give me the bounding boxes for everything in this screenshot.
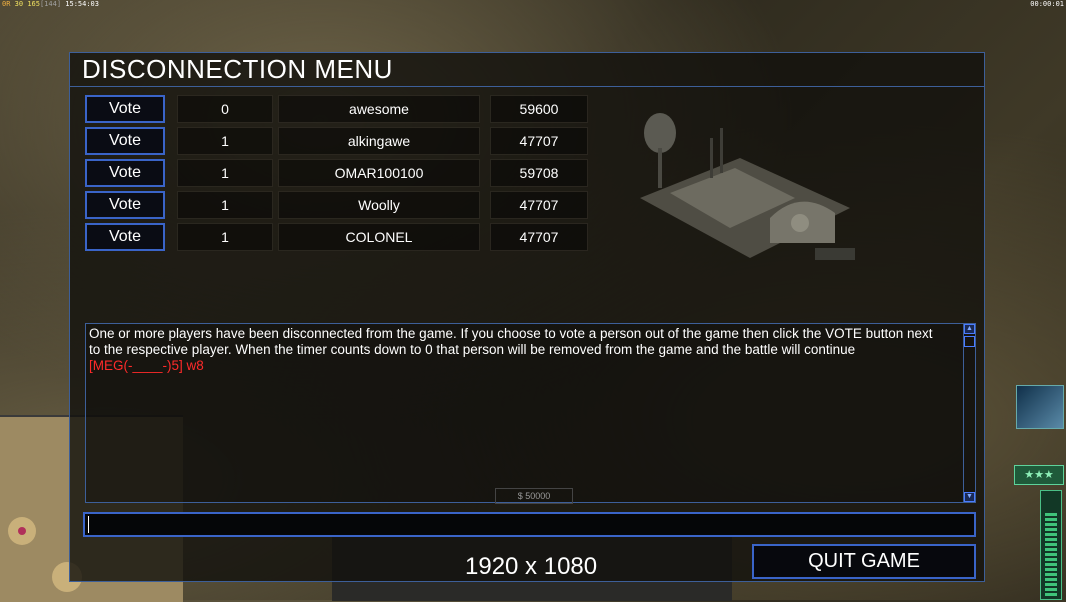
vote-count: 1	[177, 159, 273, 187]
chat-message: [MEG(-____-)5] w8	[89, 358, 204, 373]
player-timer: 47707	[490, 223, 588, 251]
vote-count: 1	[177, 127, 273, 155]
rank-stars: ★★★	[1014, 465, 1064, 485]
vote-button[interactable]: Vote	[85, 159, 165, 187]
quit-game-button[interactable]: QUIT GAME	[752, 544, 976, 579]
minimap-unit-marker	[18, 527, 26, 535]
player-timer: 59708	[490, 159, 588, 187]
disconnection-dialog: DISCONNECTION MENU Vote 0 awesome 59600 …	[69, 52, 985, 582]
chevron-down-icon: ▼	[966, 493, 973, 500]
vote-button[interactable]: Vote	[85, 223, 165, 251]
vote-count: 0	[177, 95, 273, 123]
hud-clock: 15:54:03	[65, 0, 99, 8]
dialog-title: DISCONNECTION MENU	[82, 54, 393, 84]
vote-count: 1	[177, 223, 273, 251]
hud-frame: 165	[27, 0, 40, 8]
player-name: Woolly	[278, 191, 480, 219]
scroll-up-button[interactable]: ▲	[964, 324, 975, 334]
chat-input[interactable]	[83, 512, 976, 537]
log-line: to the respective player. When the timer…	[89, 342, 856, 357]
scroll-down-button[interactable]: ▼	[964, 492, 975, 502]
hud-fps-prefix: 0R	[2, 0, 11, 8]
text-caret	[88, 516, 89, 533]
chevron-up-icon: ▲	[966, 325, 973, 332]
player-name: OMAR100100	[278, 159, 480, 187]
resolution-label: 1920 x 1080	[465, 553, 598, 580]
message-log: One or more players have been disconnect…	[85, 323, 976, 503]
money-display: $ 50000	[495, 488, 573, 504]
player-timer: 47707	[490, 127, 588, 155]
vote-count: 1	[177, 191, 273, 219]
game-timer: 00:00:01	[1030, 0, 1064, 8]
hud-fps-value: 30	[14, 0, 24, 8]
player-name: alkingawe	[278, 127, 480, 155]
player-name: awesome	[278, 95, 480, 123]
hud-frame-extra: [144]	[39, 0, 62, 8]
satellite-icon[interactable]	[1016, 385, 1064, 429]
player-timer: 59600	[490, 95, 588, 123]
debug-hud: 0R 30 165[144] 15:54:03	[2, 0, 99, 8]
player-name: COLONEL	[278, 223, 480, 251]
vote-button[interactable]: Vote	[85, 191, 165, 219]
rank-meter	[1040, 490, 1062, 600]
vote-button[interactable]: Vote	[85, 95, 165, 123]
title-divider	[70, 86, 984, 87]
scroll-thumb[interactable]	[964, 336, 975, 347]
command-center-image	[640, 113, 855, 260]
side-panel: ★★★	[1014, 385, 1066, 600]
log-line: One or more players have been disconnect…	[89, 326, 933, 341]
vote-button[interactable]: Vote	[85, 127, 165, 155]
player-timer: 47707	[490, 191, 588, 219]
log-text: One or more players have been disconnect…	[89, 326, 959, 374]
rank-meter-fill	[1045, 513, 1057, 596]
log-scrollbar[interactable]: ▲ ▼	[963, 324, 975, 502]
